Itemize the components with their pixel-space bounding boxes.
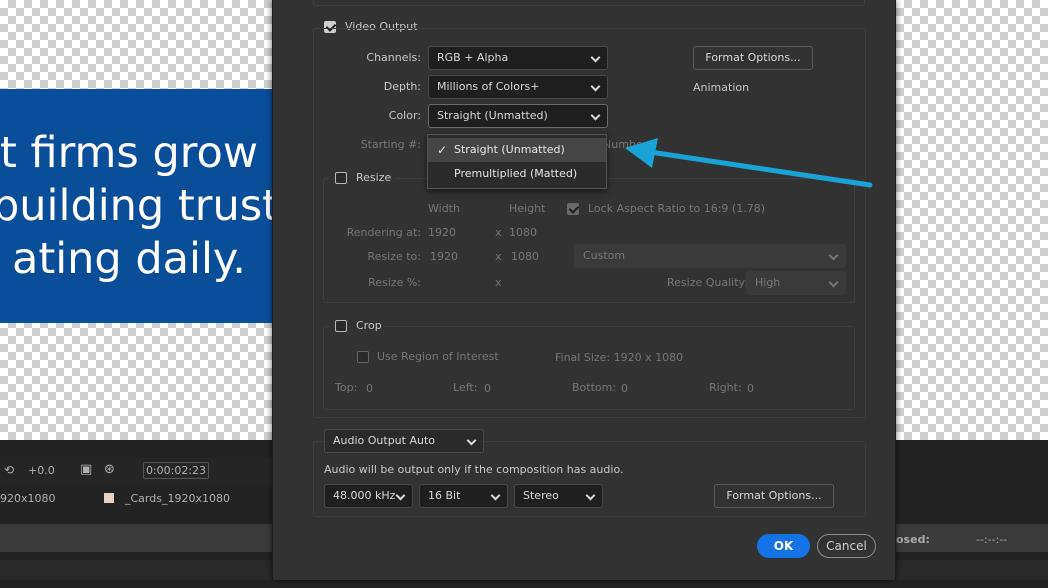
bit-depth-value: 16 Bit bbox=[428, 489, 461, 502]
lock-aspect-checkbox[interactable] bbox=[567, 203, 579, 215]
audio-channels-select[interactable]: Stereo bbox=[514, 484, 603, 508]
resize-percent-label: Resize %: bbox=[368, 276, 421, 289]
card-line-3: ating daily. bbox=[12, 234, 246, 284]
resize-to-label: Resize to: bbox=[367, 250, 422, 263]
checkmark-icon: ✓ bbox=[437, 143, 448, 157]
crop-checkbox[interactable] bbox=[335, 320, 347, 332]
final-size: Final Size: 1920 x 1080 bbox=[555, 351, 684, 364]
annotation-arrow-icon bbox=[625, 138, 873, 188]
resize-checkbox[interactable] bbox=[335, 172, 347, 184]
audio-format-options-button[interactable]: Format Options... bbox=[714, 484, 834, 508]
crop-label: Crop bbox=[356, 319, 382, 332]
codec-label: Animation bbox=[693, 81, 750, 94]
crop-right-value[interactable]: 0 bbox=[747, 382, 754, 395]
width-header: Width bbox=[428, 202, 460, 215]
chevron-down-icon bbox=[590, 81, 601, 92]
crop-left-label: Left: bbox=[453, 381, 478, 394]
color-option-straight-label: Straight (Unmatted) bbox=[454, 143, 565, 156]
crop-bottom-label: Bottom: bbox=[572, 381, 617, 394]
rendering-x: x bbox=[495, 226, 502, 239]
rendering-height: 1080 bbox=[509, 226, 537, 239]
resize-quality-value: High bbox=[755, 276, 781, 289]
output-module-dialog: Video Output Channels: RGB + Alpha Forma… bbox=[272, 0, 896, 580]
timeline-toolbar: ⟲ +0.0 ▣ ⊛ 0:00:02:23 bbox=[0, 458, 272, 484]
channels-value: RGB + Alpha bbox=[437, 51, 509, 64]
channels-select[interactable]: RGB + Alpha bbox=[428, 46, 608, 70]
color-select[interactable]: Straight (Unmatted) bbox=[428, 104, 608, 128]
chevron-down-icon bbox=[828, 250, 839, 261]
resize-height[interactable]: 1080 bbox=[511, 250, 539, 263]
resize-quality-select[interactable]: High bbox=[746, 271, 846, 295]
crop-bottom-value[interactable]: 0 bbox=[621, 382, 628, 395]
timeline-row[interactable]: 920x1080 _Cards_1920x1080 bbox=[0, 486, 272, 512]
label-color-swatch[interactable] bbox=[104, 493, 114, 503]
card-line-2: building trust bbox=[0, 181, 279, 231]
elapsed-label: osed: bbox=[896, 533, 930, 546]
bit-depth-select[interactable]: 16 Bit bbox=[419, 484, 508, 508]
audio-output-select[interactable]: Audio Output Auto bbox=[324, 429, 484, 453]
color-label: Color: bbox=[388, 109, 421, 122]
sample-rate-select[interactable]: 48.000 kHz bbox=[324, 484, 413, 508]
crop-right-label: Right: bbox=[709, 381, 742, 394]
color-option-straight[interactable]: ✓ Straight (Unmatted) bbox=[428, 138, 606, 162]
resize-width[interactable]: 1920 bbox=[430, 250, 458, 263]
roi-checkbox[interactable] bbox=[357, 351, 369, 363]
rendering-width: 1920 bbox=[428, 226, 456, 239]
depth-select[interactable]: Millions of Colors+ bbox=[428, 75, 608, 99]
resize-x: x bbox=[495, 250, 502, 263]
card-line-1: t firms grow bbox=[0, 128, 258, 178]
audio-channels-value: Stereo bbox=[523, 489, 559, 502]
color-dropdown-menu: ✓ Straight (Unmatted) Premultiplied (Mat… bbox=[427, 134, 607, 189]
cancel-button[interactable]: Cancel bbox=[817, 534, 876, 558]
timecode-display[interactable]: 0:00:02:23 bbox=[143, 462, 209, 479]
arrow-shaft bbox=[647, 149, 873, 188]
chevron-down-icon bbox=[490, 490, 501, 501]
channels-label: Channels: bbox=[366, 51, 421, 64]
comp-text-card: t firms grow building trust ating daily. bbox=[0, 89, 282, 323]
arrow-head bbox=[625, 138, 658, 168]
chevron-down-icon bbox=[585, 490, 596, 501]
offset-value: +0.0 bbox=[28, 464, 55, 477]
resize-preset-select[interactable]: Custom bbox=[574, 244, 846, 268]
roi-label: Use Region of Interest bbox=[377, 350, 499, 363]
color-value: Straight (Unmatted) bbox=[437, 109, 548, 122]
resize-percent-x: x bbox=[495, 276, 502, 289]
depth-label: Depth: bbox=[383, 80, 421, 93]
sample-rate-value: 48.000 kHz bbox=[333, 489, 396, 502]
crop-left-value[interactable]: 0 bbox=[484, 382, 491, 395]
crop-top-label: Top: bbox=[335, 381, 358, 394]
height-header: Height bbox=[509, 202, 546, 215]
audio-note: Audio will be output only if the composi… bbox=[324, 463, 624, 476]
color-wheel-icon[interactable]: ⊛ bbox=[104, 462, 115, 477]
video-format-options-button[interactable]: Format Options... bbox=[693, 46, 813, 70]
crop-group bbox=[323, 326, 855, 410]
resize-preset-value: Custom bbox=[583, 249, 626, 262]
camera-icon[interactable]: ▣ bbox=[80, 462, 92, 477]
elapsed-area: osed: --:--:-- bbox=[896, 524, 1048, 552]
starting-number-label: Starting #: bbox=[360, 138, 421, 151]
rendering-at-label: Rendering at: bbox=[346, 226, 421, 239]
depth-value: Millions of Colors+ bbox=[437, 80, 540, 93]
row-comp-name: _Cards_1920x1080 bbox=[125, 492, 230, 505]
top-group-border bbox=[313, 0, 865, 6]
resize-label: Resize bbox=[356, 171, 392, 184]
loop-icon[interactable]: ⟲ bbox=[4, 463, 14, 477]
crop-top-value[interactable]: 0 bbox=[366, 382, 373, 395]
row-dimensions: 920x1080 bbox=[0, 492, 56, 505]
audio-output-value: Audio Output Auto bbox=[333, 434, 436, 447]
chevron-down-icon bbox=[466, 435, 477, 446]
lock-aspect-label: Lock Aspect Ratio to 16:9 (1.78) bbox=[588, 202, 765, 215]
chevron-down-icon bbox=[590, 110, 601, 121]
chevron-down-icon bbox=[395, 490, 406, 501]
elapsed-value: --:--:-- bbox=[976, 533, 1008, 546]
chevron-down-icon bbox=[590, 52, 601, 63]
color-option-premultiplied-label: Premultiplied (Matted) bbox=[454, 167, 578, 180]
resize-quality-label: Resize Quality: bbox=[667, 276, 748, 289]
color-option-premultiplied[interactable]: Premultiplied (Matted) bbox=[428, 162, 606, 186]
chevron-down-icon bbox=[828, 277, 839, 288]
ok-button[interactable]: OK bbox=[757, 534, 810, 558]
